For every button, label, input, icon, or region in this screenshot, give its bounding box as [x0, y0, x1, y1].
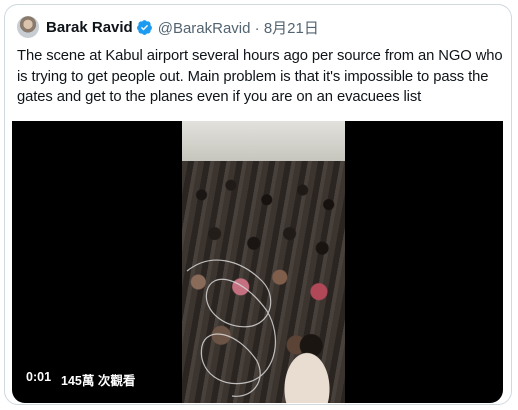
tweet-card[interactable]: Barak Ravid @BarakRavid · 8月21日 The scen…	[4, 4, 512, 405]
avatar[interactable]	[17, 16, 39, 38]
video-elapsed-time: 0:01	[26, 370, 52, 384]
video-view-count: 145萬 次觀看	[61, 374, 136, 388]
video-player[interactable]: 0:01 145萬 次觀看	[12, 121, 503, 403]
video-sky	[182, 121, 345, 163]
author-name[interactable]: Barak Ravid	[46, 19, 133, 36]
author-handle[interactable]: @BarakRavid	[158, 20, 251, 37]
tweet-header: Barak Ravid @BarakRavid · 8月21日	[17, 16, 319, 38]
person-figure	[272, 333, 342, 403]
video-info: 0:01 145萬 次觀看	[26, 370, 135, 389]
video-frame	[182, 121, 345, 403]
meta-separator: ·	[254, 19, 260, 37]
tweet-text: The scene at Kabul airport several hours…	[17, 48, 503, 105]
verified-badge-icon	[136, 19, 152, 35]
tweet-date[interactable]: 8月21日	[264, 20, 319, 37]
